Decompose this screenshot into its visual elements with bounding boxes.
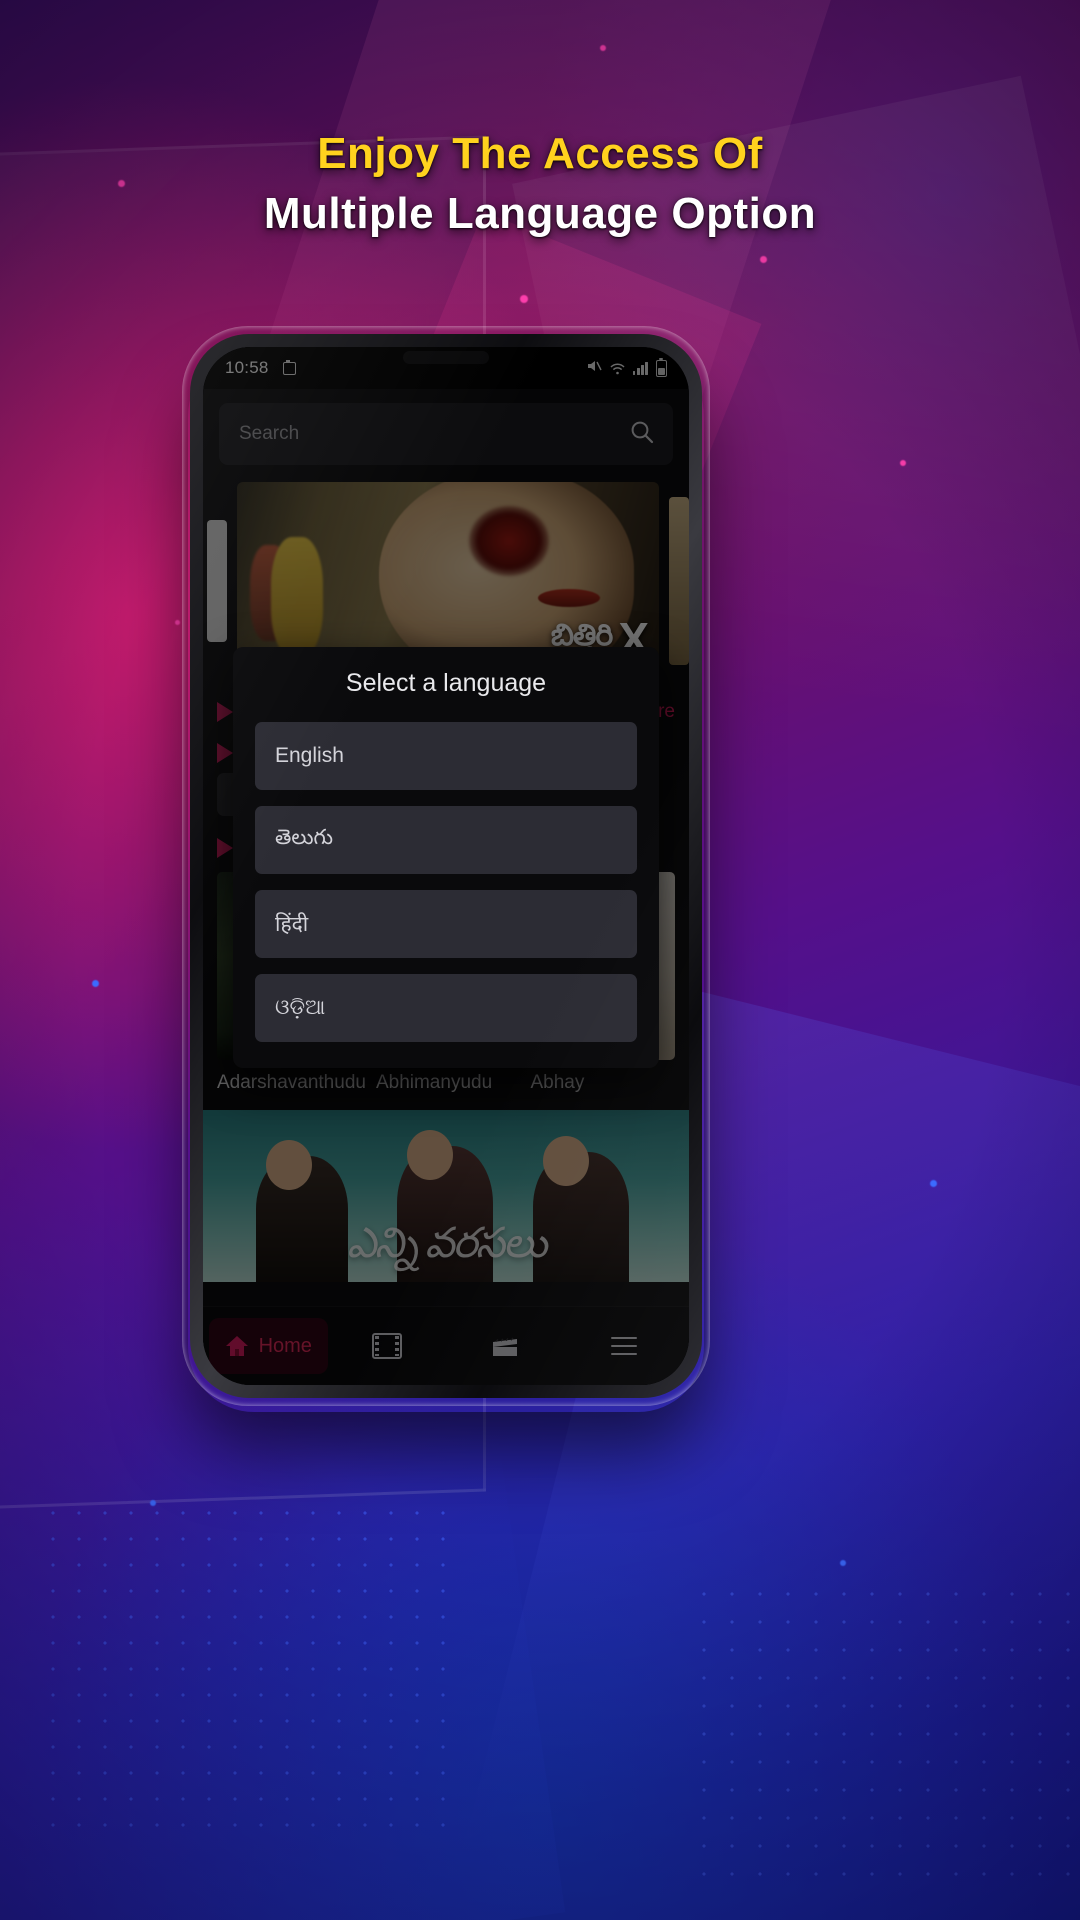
headline-line-2: Multiple Language Option [263,188,817,238]
dialog-title: Select a language [345,669,547,697]
language-option-telugu[interactable]: తెలుగు [255,806,637,874]
headline-line-1: Enjoy The Access Of [317,129,763,178]
phone-screen: 10:58 [203,347,689,1385]
language-option-hindi[interactable]: हिंदी [255,890,637,958]
promo-headline: Enjoy The Access Of Multiple Language Op… [0,128,1080,240]
language-option-label: ଓଡ଼ିଆ [275,996,326,1019]
language-option-label: हिंदी [275,913,309,936]
language-option-label: English [275,744,344,767]
phone-frame-outer: 10:58 [182,326,710,1406]
language-option-english[interactable]: English [255,722,637,790]
phone-mockup: 10:58 [182,326,710,1406]
language-option-odia[interactable]: ଓଡ଼ିଆ [255,974,637,1042]
language-option-label: తెలుగు [275,825,334,849]
language-dialog: Select a language English తెలుగు हिंदी ଓ… [233,647,659,1068]
phone-frame-inner: 10:58 [190,334,702,1398]
